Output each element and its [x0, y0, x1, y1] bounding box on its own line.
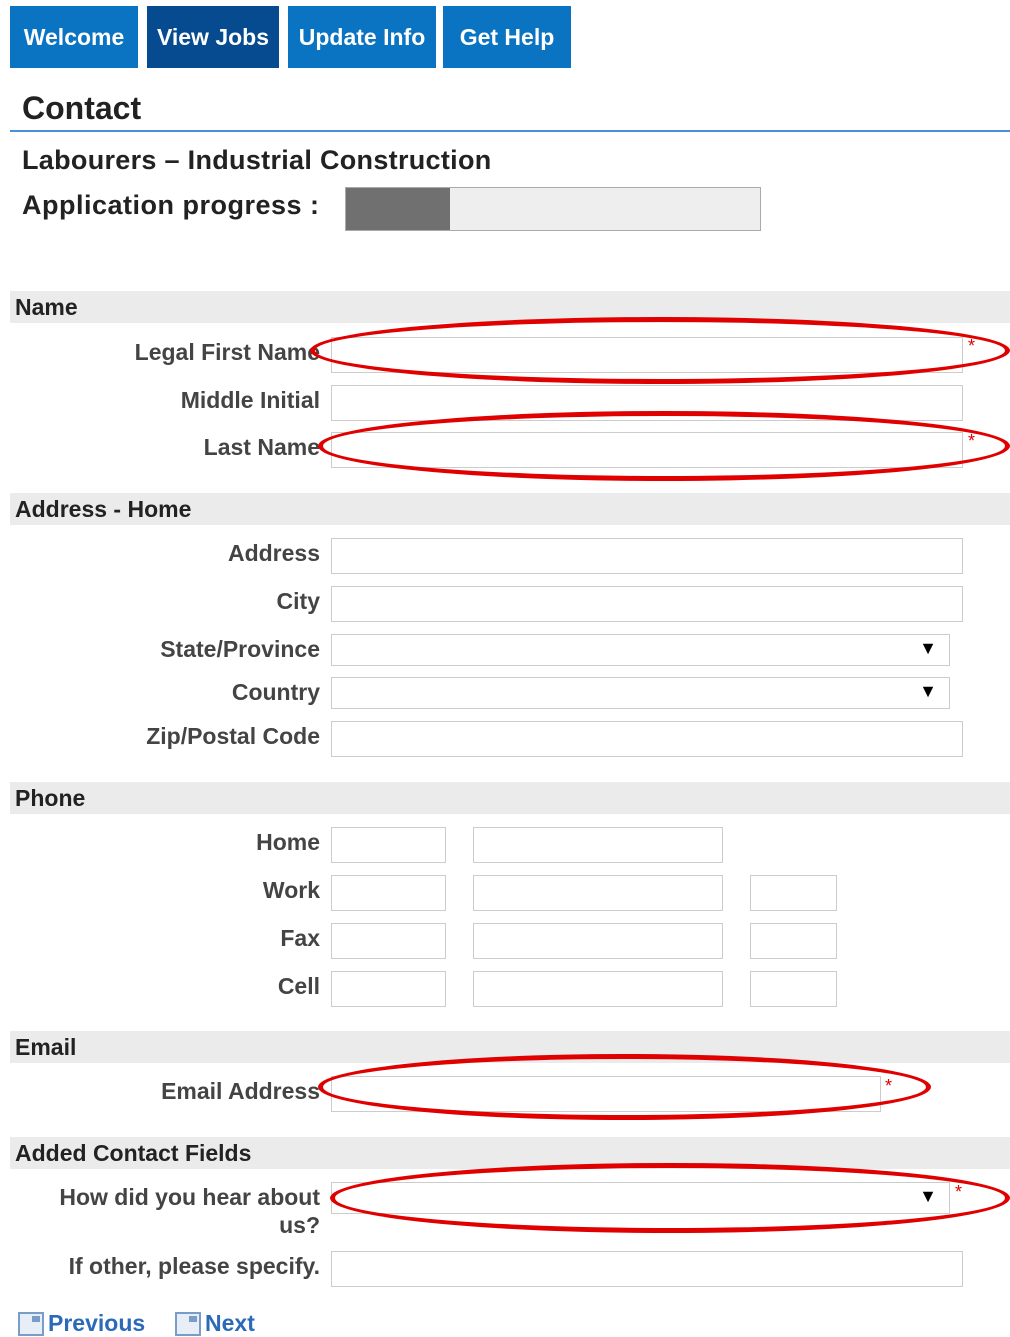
- phone-cell-extension[interactable]: [750, 971, 837, 1007]
- previous-label: Previous: [48, 1310, 146, 1336]
- next-icon: [175, 1311, 201, 1336]
- label-hear-about-line1: How did you hear about: [59, 1184, 320, 1210]
- label-city: City: [276, 588, 320, 614]
- label-phone-fax: Fax: [280, 925, 320, 951]
- next-button[interactable]: Next: [175, 1310, 255, 1337]
- tab-view-jobs[interactable]: View Jobs: [147, 6, 279, 68]
- job-title: Labourers – Industrial Construction: [22, 145, 492, 175]
- label-phone-cell: Cell: [277, 973, 320, 999]
- label-country: Country: [231, 679, 320, 705]
- label-email: Email Address: [161, 1078, 320, 1104]
- other-specify-input[interactable]: [331, 1251, 963, 1287]
- city-input[interactable]: [331, 586, 963, 622]
- label-last-name: Last Name: [203, 434, 320, 460]
- country-select[interactable]: ▼: [331, 677, 950, 709]
- state-select[interactable]: ▼: [331, 634, 950, 666]
- required-marker: *: [968, 431, 976, 451]
- phone-work-number[interactable]: [473, 875, 723, 911]
- section-name: Name: [10, 291, 1010, 323]
- label-other-specify: If other, please specify.: [68, 1253, 320, 1279]
- required-marker: *: [968, 336, 976, 356]
- tab-update-info[interactable]: Update Info: [288, 6, 436, 68]
- phone-work-area[interactable]: [331, 875, 446, 911]
- middle-initial-input[interactable]: [331, 385, 963, 421]
- chevron-down-icon: ▼: [919, 638, 937, 658]
- zip-input[interactable]: [331, 721, 963, 757]
- label-middle-initial: Middle Initial: [180, 387, 320, 413]
- section-address: Address - Home: [10, 493, 1010, 525]
- phone-home-number[interactable]: [473, 827, 723, 863]
- label-first-name: Legal First Name: [134, 339, 320, 365]
- address-input[interactable]: [331, 538, 963, 574]
- phone-cell-area[interactable]: [331, 971, 446, 1007]
- last-name-input[interactable]: [331, 432, 963, 468]
- page-title: Contact: [22, 90, 142, 126]
- title-divider: [10, 130, 1010, 132]
- label-hear-about: How did you hear about us?: [59, 1183, 320, 1239]
- first-name-input[interactable]: [331, 337, 963, 373]
- next-label: Next: [205, 1310, 255, 1336]
- chevron-down-icon: ▼: [919, 681, 937, 701]
- phone-fax-number[interactable]: [473, 923, 723, 959]
- chevron-down-icon: ▼: [919, 1186, 937, 1206]
- label-address: Address: [227, 540, 320, 566]
- progress-label: Application progress :: [22, 190, 320, 220]
- required-marker: *: [955, 1182, 963, 1202]
- label-phone-home: Home: [256, 829, 320, 855]
- label-state: State/Province: [160, 636, 320, 662]
- label-hear-about-line2: us?: [279, 1212, 320, 1238]
- email-field[interactable]: [331, 1076, 881, 1112]
- phone-fax-area[interactable]: [331, 923, 446, 959]
- tab-get-help[interactable]: Get Help: [443, 6, 571, 68]
- tab-welcome[interactable]: Welcome: [10, 6, 138, 68]
- section-email: Email: [10, 1031, 1010, 1063]
- progress-fill: [346, 188, 450, 230]
- section-phone: Phone: [10, 782, 1010, 814]
- phone-work-extension[interactable]: [750, 875, 837, 911]
- label-phone-work: Work: [262, 877, 320, 903]
- application-progress-bar: [345, 187, 761, 231]
- previous-button[interactable]: Previous: [18, 1310, 145, 1337]
- required-marker: *: [885, 1076, 893, 1096]
- hear-about-select[interactable]: ▼: [331, 1182, 950, 1214]
- phone-fax-extension[interactable]: [750, 923, 837, 959]
- previous-icon: [18, 1311, 44, 1336]
- section-added-contact-fields: Added Contact Fields: [10, 1137, 1010, 1169]
- phone-cell-number[interactable]: [473, 971, 723, 1007]
- label-zip: Zip/Postal Code: [146, 723, 320, 749]
- phone-home-area[interactable]: [331, 827, 446, 863]
